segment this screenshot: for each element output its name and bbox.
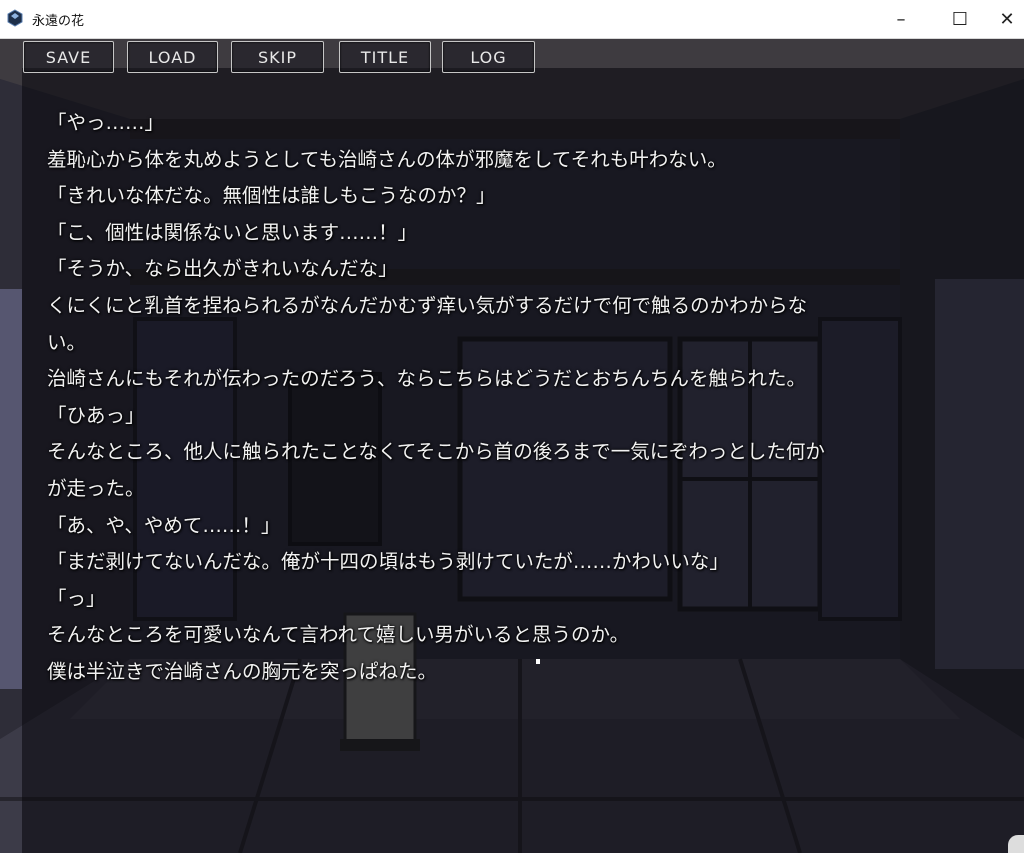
- close-icon: ✕: [999, 8, 1015, 30]
- dialogue-line: 治崎さんにもそれが伝わったのだろう、ならこちらはどうだとおちんちんを触られた。: [47, 367, 806, 391]
- dialogue-line: 「っ」: [47, 586, 106, 610]
- dialogue-line: 「まだ剥けてないんだな。俺が十四の頃はもう剥けていたが……かわいいな」: [47, 550, 729, 574]
- dialogue-line: 僕は半泣きで治崎さんの胸元を突っぱねた。: [47, 659, 438, 683]
- skip-button[interactable]: SKIP: [231, 41, 324, 73]
- title-button[interactable]: TITLE: [339, 41, 431, 73]
- text-advance-cursor: [536, 659, 540, 664]
- minimize-button[interactable]: –: [878, 0, 924, 38]
- maximize-button[interactable]: ☐: [937, 0, 983, 38]
- maximize-icon: ☐: [951, 8, 969, 30]
- dialogue-line: くにくにと乳首を捏ねられるがなんだかむず痒い気がするだけで何で触るのかわからな: [47, 293, 808, 317]
- dialogue-line: 「ひあっ」: [47, 403, 145, 427]
- resize-handle[interactable]: [1008, 835, 1024, 853]
- dialogue-line: そんなところ、他人に触られたことなくてそこから首の後ろまで一気にぞわっとした何か: [47, 440, 825, 464]
- log-button[interactable]: LOG: [442, 41, 535, 73]
- minimize-icon: –: [896, 8, 906, 30]
- window-titlebar[interactable]: 永遠の花 – ☐ ✕: [0, 0, 1024, 39]
- dialogue-line: 「あ、や、やめて……！」: [47, 513, 281, 537]
- app-icon: [7, 9, 23, 27]
- window-title: 永遠の花: [32, 14, 85, 29]
- save-button[interactable]: SAVE: [23, 41, 114, 73]
- dialogue-line: 「やっ……」: [47, 111, 165, 134]
- dialogue-text: 「やっ……」 羞恥心から体を丸めようとしても治崎さんの体が邪魔をしてそれも叶わな…: [47, 105, 1007, 691]
- close-button[interactable]: ✕: [990, 0, 1024, 38]
- dialogue-line: い。: [47, 330, 87, 354]
- dialogue-line: そんなところを可愛いなんて言われて嬉しい男がいると思うのか。: [47, 623, 630, 647]
- dialogue-line: 「きれいな体だな。無個性は誰しもこうなのか？」: [47, 184, 496, 208]
- dialogue-line: が走った。: [47, 476, 145, 500]
- load-button[interactable]: LOAD: [127, 41, 218, 73]
- dialogue-line: 「こ、個性は関係ないと思います……！」: [47, 220, 418, 244]
- dialogue-line: 羞恥心から体を丸めようとしても治崎さんの体が邪魔をしてそれも叶わない。: [47, 147, 727, 171]
- dialogue-line: 「そうか、なら出久がきれいなんだな」: [47, 257, 398, 281]
